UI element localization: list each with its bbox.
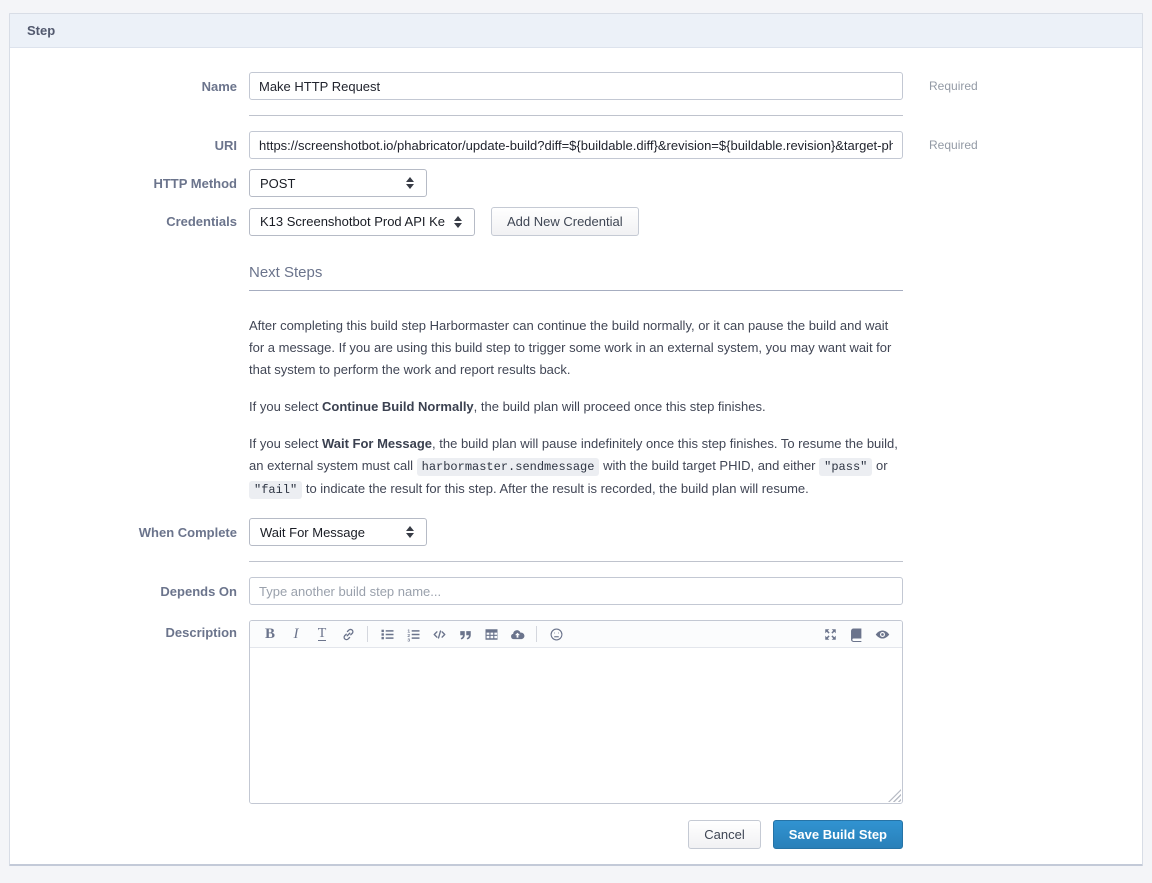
panel-header: Step (10, 14, 1142, 48)
name-input[interactable] (249, 72, 903, 100)
description-label: Description (10, 620, 237, 640)
http-method-label: HTTP Method (10, 176, 237, 191)
depends-on-label: Depends On (10, 584, 237, 599)
ordered-list-icon[interactable]: 1 2 3 (400, 623, 426, 645)
emoji-icon[interactable] (543, 623, 569, 645)
cloud-upload-icon[interactable] (504, 623, 530, 645)
quote-icon[interactable] (452, 623, 478, 645)
name-row: Name Required (10, 72, 1142, 100)
form-divider (249, 115, 903, 116)
build-step-form: Name Required URI Required HTTP Method P… (10, 48, 1142, 864)
next-steps-section: Next Steps After completing this build s… (249, 264, 907, 501)
name-label: Name (10, 79, 237, 94)
bold-icon[interactable]: B (257, 623, 283, 645)
credentials-label: Credentials (10, 214, 237, 229)
http-method-value: POST (260, 176, 295, 191)
uri-row: URI Required (10, 131, 1142, 159)
when-complete-label: When Complete (10, 525, 237, 540)
italic-icon[interactable]: I (283, 623, 309, 645)
toolbar-separator (367, 626, 368, 642)
table-icon[interactable] (478, 623, 504, 645)
http-method-row: HTTP Method POST (10, 169, 1142, 197)
when-complete-row: When Complete Wait For Message (10, 518, 1142, 546)
description-row: Description B I T (10, 620, 1142, 804)
uri-required-note: Required (929, 138, 978, 152)
fullscreen-icon[interactable] (817, 623, 843, 645)
save-build-step-button[interactable]: Save Build Step (773, 820, 903, 849)
build-step-panel: Step Name Required URI Required HTTP Met… (9, 13, 1143, 866)
credentials-select[interactable]: K13 Screenshotbot Prod API Ke (249, 208, 475, 236)
description-textarea[interactable] (250, 648, 902, 803)
description-editor: B I T (249, 620, 903, 804)
next-steps-heading: Next Steps (249, 264, 907, 281)
credentials-row: Credentials K13 Screenshotbot Prod API K… (10, 207, 1142, 236)
next-steps-paragraph-2: If you select Continue Build Normally, t… (249, 396, 907, 418)
link-icon[interactable] (335, 623, 361, 645)
select-caret-icon (454, 216, 463, 228)
depends-on-input[interactable] (249, 577, 903, 605)
next-steps-paragraph-3: If you select Wait For Message, the buil… (249, 433, 907, 501)
monospace-icon[interactable]: T (309, 623, 335, 645)
section-rule (249, 290, 903, 291)
depends-on-row: Depends On (10, 577, 1142, 605)
panel-title: Step (27, 23, 55, 38)
sendmessage-code: harbormaster.sendmessage (417, 458, 600, 476)
form-actions: Cancel Save Build Step (249, 820, 903, 849)
form-divider (249, 561, 903, 562)
fail-code: "fail" (249, 481, 302, 499)
help-book-icon[interactable] (843, 623, 869, 645)
unordered-list-icon[interactable] (374, 623, 400, 645)
uri-label: URI (10, 138, 237, 153)
uri-input[interactable] (249, 131, 903, 159)
select-caret-icon (406, 177, 415, 189)
code-block-icon[interactable] (426, 623, 452, 645)
next-steps-paragraph-1: After completing this build step Harborm… (249, 315, 907, 381)
when-complete-value: Wait For Message (260, 525, 365, 540)
toolbar-separator (536, 626, 537, 642)
svg-text:3: 3 (407, 637, 410, 642)
remarkup-toolbar: B I T (250, 621, 902, 648)
name-required-note: Required (929, 79, 978, 93)
when-complete-select[interactable]: Wait For Message (249, 518, 427, 546)
preview-eye-icon[interactable] (869, 623, 895, 645)
pass-code: "pass" (819, 458, 872, 476)
credentials-value: K13 Screenshotbot Prod API Ke (260, 214, 445, 229)
select-caret-icon (406, 526, 415, 538)
add-new-credential-button[interactable]: Add New Credential (491, 207, 639, 236)
cancel-button[interactable]: Cancel (688, 820, 760, 849)
http-method-select[interactable]: POST (249, 169, 427, 197)
